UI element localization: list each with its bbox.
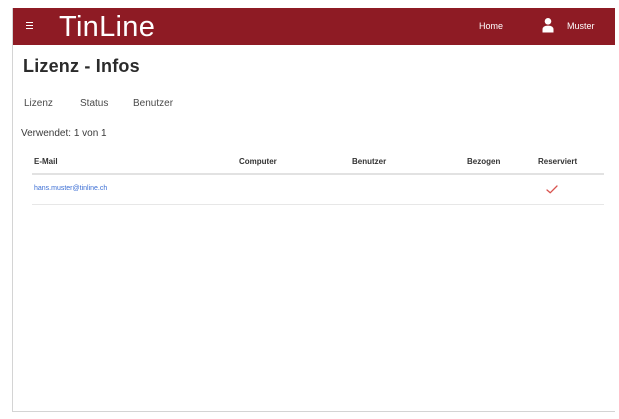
app-window: TinLine Home Muster Lizenz - Infos Lizen… xyxy=(12,8,615,412)
top-navbar: TinLine Home Muster xyxy=(13,8,615,45)
brand-logo[interactable]: TinLine xyxy=(59,11,155,43)
user-name: Muster xyxy=(567,21,595,31)
menu-icon[interactable] xyxy=(26,21,34,31)
tab-lizenz[interactable]: Lizenz xyxy=(24,98,53,109)
nav-home-link[interactable]: Home xyxy=(479,21,503,31)
column-header-email[interactable]: E-Mail xyxy=(34,157,58,166)
column-header-computer[interactable]: Computer xyxy=(239,157,277,166)
column-header-reserviert[interactable]: Reserviert xyxy=(538,157,577,166)
table-header: E-Mail Computer Benutzer Bezogen Reservi… xyxy=(32,151,604,175)
tab-benutzer[interactable]: Benutzer xyxy=(133,98,173,109)
license-table: E-Mail Computer Benutzer Bezogen Reservi… xyxy=(32,151,604,205)
checkmark-icon xyxy=(546,185,558,194)
license-usage-text: Verwendet: 1 von 1 xyxy=(21,128,107,139)
table-row[interactable]: hans.muster@tinline.ch xyxy=(32,175,604,205)
tab-status[interactable]: Status xyxy=(80,98,108,109)
column-header-bezogen[interactable]: Bezogen xyxy=(467,157,500,166)
page-title: Lizenz - Infos xyxy=(23,56,140,76)
column-header-benutzer[interactable]: Benutzer xyxy=(352,157,386,166)
email-link[interactable]: hans.muster@tinline.ch xyxy=(34,185,107,192)
user-icon xyxy=(542,18,554,33)
